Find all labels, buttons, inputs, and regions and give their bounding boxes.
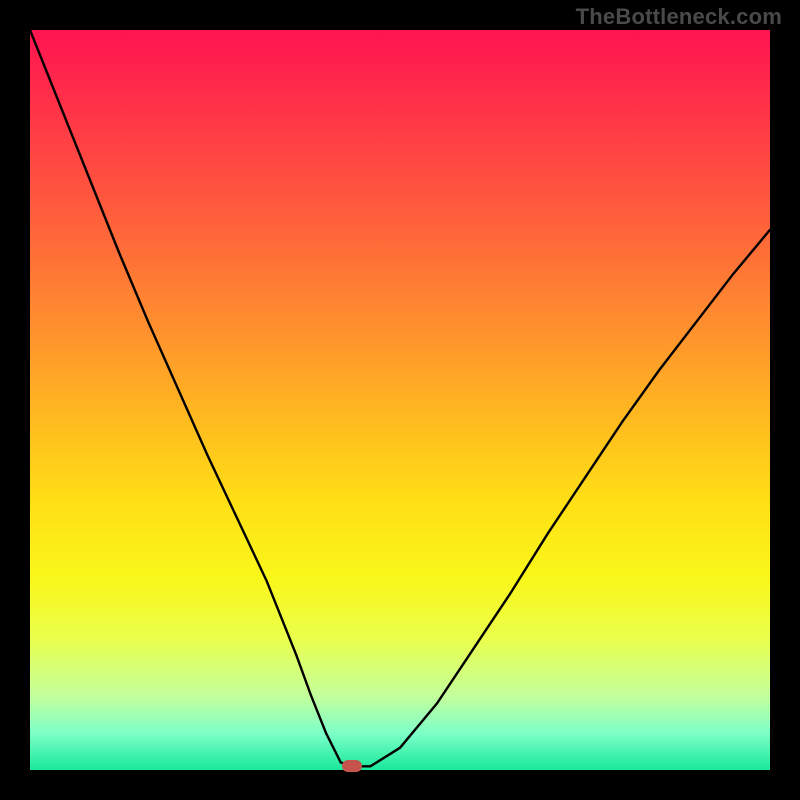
plot-area — [30, 30, 770, 770]
watermark-text: TheBottleneck.com — [576, 4, 782, 30]
bottleneck-curve — [30, 30, 770, 766]
curve-svg — [30, 30, 770, 770]
optimal-point-marker — [342, 760, 362, 772]
chart-frame: TheBottleneck.com — [0, 0, 800, 800]
